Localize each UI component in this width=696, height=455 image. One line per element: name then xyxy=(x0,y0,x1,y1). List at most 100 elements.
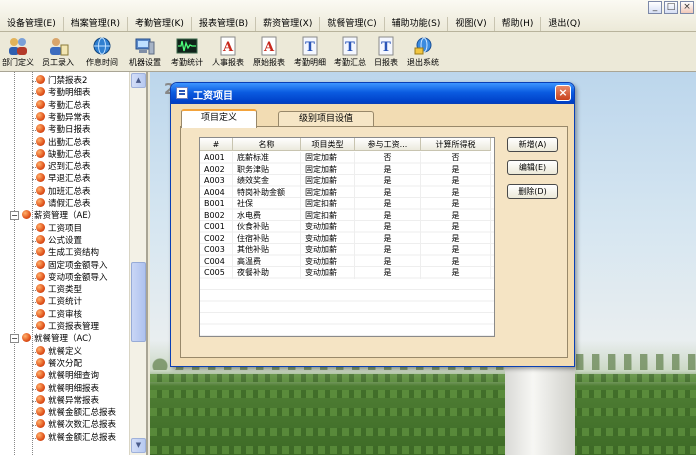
tree-item[interactable]: 就餐定义 xyxy=(36,345,82,359)
collapse-icon[interactable]: − xyxy=(10,334,19,344)
minimize-button[interactable]: _ xyxy=(648,1,662,14)
tree-item[interactable]: 工资项目 xyxy=(36,222,82,236)
tree-item[interactable]: 就餐明细报表 xyxy=(36,382,99,396)
toolbar-button[interactable]: T 考勤汇总 xyxy=(330,32,370,72)
tree-item[interactable]: 工资审核 xyxy=(36,308,82,322)
menu-item[interactable]: 考勤管理(K) xyxy=(127,17,191,31)
toolbar-button[interactable]: 退出系统 xyxy=(402,32,444,72)
tree-item[interactable]: 餐次分配 xyxy=(36,357,82,371)
column-header[interactable]: 计算所得税 xyxy=(421,138,491,151)
table-row[interactable]: B002 水电费 固定扣薪是是 xyxy=(200,209,491,221)
column-header[interactable]: # xyxy=(200,138,233,151)
menu-item[interactable]: 就餐管理(C) xyxy=(319,17,383,31)
tree-item[interactable]: 考勤异常表 xyxy=(36,111,91,125)
table-row[interactable]: C004 高温费 变动加薪是是 xyxy=(200,255,491,267)
tree-group[interactable]: − 就餐管理（AC） xyxy=(10,333,97,346)
table-row[interactable]: C001 伙食补贴 变动加薪是是 xyxy=(200,221,491,233)
toolbar: 部门定义 员工录入 作息时间 机器设置 考勤统计 A 人事报表 A 原始报表 T 考勤明细 T 考勤汇总… xyxy=(0,32,696,72)
add-button[interactable]: 新增(A) xyxy=(507,137,558,152)
item-dot-icon xyxy=(36,136,45,146)
computer-device-icon xyxy=(133,35,157,57)
collapse-icon[interactable]: − xyxy=(10,211,19,221)
table-cell: B001 xyxy=(200,198,233,210)
menu-items: 设备管理(E) 档案管理(R) 考勤管理(K) 报表管理(B) 薪资管理(X) 就餐管理(… xyxy=(0,17,588,31)
tree-item[interactable]: 请假汇总表 xyxy=(36,198,91,211)
toolbar-button[interactable]: T 考勤明细 xyxy=(290,32,330,72)
tree-item[interactable]: 变动项金额导入 xyxy=(36,271,108,285)
tree-item-label: 门禁报表2 xyxy=(48,76,88,86)
dialog-close-button[interactable]: × xyxy=(555,85,571,101)
tree-item[interactable]: 生成工资结构 xyxy=(36,247,99,260)
toolbar-button[interactable]: 部门定义 xyxy=(0,32,36,72)
tab-level-item-values[interactable]: 级别项目设值 xyxy=(278,111,374,127)
tree-item[interactable]: 就餐异常报表 xyxy=(36,394,99,408)
scroll-down-button[interactable]: ▼ xyxy=(131,438,146,453)
menu-item[interactable]: 薪资管理(X) xyxy=(255,17,319,31)
tree-item[interactable]: 就餐次数汇总报表 xyxy=(36,419,116,432)
tree-item[interactable]: 早退汇总表 xyxy=(36,173,91,186)
item-dot-icon xyxy=(36,308,45,318)
toolbar-button[interactable]: 员工录入 xyxy=(36,32,80,72)
table-cell: A001 xyxy=(200,152,233,164)
tree-item[interactable]: 固定项金额导入 xyxy=(36,259,108,273)
toolbar-button[interactable]: T 日报表 xyxy=(370,32,402,72)
toolbar-button[interactable]: A 人事报表 xyxy=(208,32,248,72)
menu-item[interactable]: 辅助功能(S) xyxy=(383,17,448,31)
tree-item[interactable]: 就餐金额汇总报表 xyxy=(36,407,116,420)
tree-item[interactable]: 门禁报表2 xyxy=(36,75,87,88)
tree-item[interactable]: 工资报表管理 xyxy=(36,321,99,334)
menu-item[interactable]: 帮助(H) xyxy=(493,17,541,31)
item-dot-icon xyxy=(36,271,45,281)
tree-item[interactable]: 就餐明细查询 xyxy=(36,370,99,383)
table-row[interactable]: C002 住宿补贴 变动加薪是是 xyxy=(200,232,491,244)
table-row[interactable]: A001 底薪标准 固定加薪否否 xyxy=(200,152,491,164)
menu-item[interactable]: 档案管理(R) xyxy=(62,17,127,31)
maximize-button[interactable]: □ xyxy=(664,1,678,14)
table-cell: 水电费 xyxy=(233,209,301,221)
column-header[interactable]: 参与工资... xyxy=(355,138,421,151)
column-header[interactable]: 名称 xyxy=(233,138,301,151)
toolbar-button[interactable]: A 原始报表 xyxy=(248,32,290,72)
item-dot-icon xyxy=(36,99,45,109)
report-a-icon: A xyxy=(216,35,240,57)
menu-item[interactable]: 视图(V) xyxy=(447,17,493,31)
tree-item[interactable]: 加班汇总表 xyxy=(36,185,91,199)
table-row[interactable]: A002 职务津贴 固定加薪是是 xyxy=(200,163,491,175)
tree-item-label: 工资类型 xyxy=(48,285,83,296)
menu-item[interactable]: 设备管理(E) xyxy=(0,17,63,31)
edit-button[interactable]: 编辑(E) xyxy=(507,160,558,175)
tree-group[interactable]: − 薪资管理（AE） xyxy=(10,210,96,223)
tab-item-definition[interactable]: 项目定义 xyxy=(181,109,257,128)
scroll-thumb[interactable] xyxy=(131,262,146,342)
table-cell: 固定扣薪 xyxy=(301,209,355,221)
toolbar-button[interactable]: 作息时间 xyxy=(80,32,124,72)
dialog-titlebar[interactable]: 工资项目 × xyxy=(171,83,574,104)
menu-item[interactable]: 退出(Q) xyxy=(540,17,587,31)
delete-button[interactable]: 删除(D) xyxy=(507,184,558,199)
toolbar-button[interactable]: 考勤统计 xyxy=(166,32,208,72)
tree-item[interactable]: 考勤汇总表 xyxy=(36,99,91,113)
tree-item[interactable]: 考勤日报表 xyxy=(36,124,91,137)
tree-item[interactable]: 工资统计 xyxy=(36,296,82,309)
table-row[interactable]: B001 社保 固定扣薪是是 xyxy=(200,198,491,210)
tree-item-label: 薪资管理（AE） xyxy=(34,211,97,222)
tree-item[interactable]: 就餐金额汇总报表 xyxy=(36,431,116,445)
item-dot-icon xyxy=(36,247,45,257)
tree-item[interactable]: 工资类型 xyxy=(36,284,82,297)
tree-item[interactable]: 考勤明细表 xyxy=(36,87,91,100)
table-row[interactable]: C005 夜餐补助 变动加薪是是 xyxy=(200,267,491,279)
scroll-up-button[interactable]: ▲ xyxy=(131,73,146,88)
tree-item[interactable]: 迟到汇总表 xyxy=(36,161,91,174)
close-window-button[interactable]: × xyxy=(680,1,694,14)
table-row[interactable]: A003 绩效奖金 固定加薪是是 xyxy=(200,175,491,187)
tree-scrollbar[interactable]: ▲ ▼ xyxy=(129,72,146,455)
table-row[interactable]: C003 其他补贴 变动加薪是是 xyxy=(200,244,491,256)
toolbar-button[interactable]: 机器设置 xyxy=(124,32,166,72)
table-row[interactable]: A004 特岗补助金额 固定加薪是是 xyxy=(200,186,491,198)
tree-item[interactable]: 公式设置 xyxy=(36,234,82,248)
menu-item[interactable]: 报表管理(B) xyxy=(190,17,255,31)
tree-item[interactable]: 缺勤汇总表 xyxy=(36,148,91,162)
report-t-icon: T xyxy=(338,35,362,57)
column-header[interactable]: 项目类型 xyxy=(301,138,355,151)
tree-item[interactable]: 出勤汇总表 xyxy=(36,136,91,150)
